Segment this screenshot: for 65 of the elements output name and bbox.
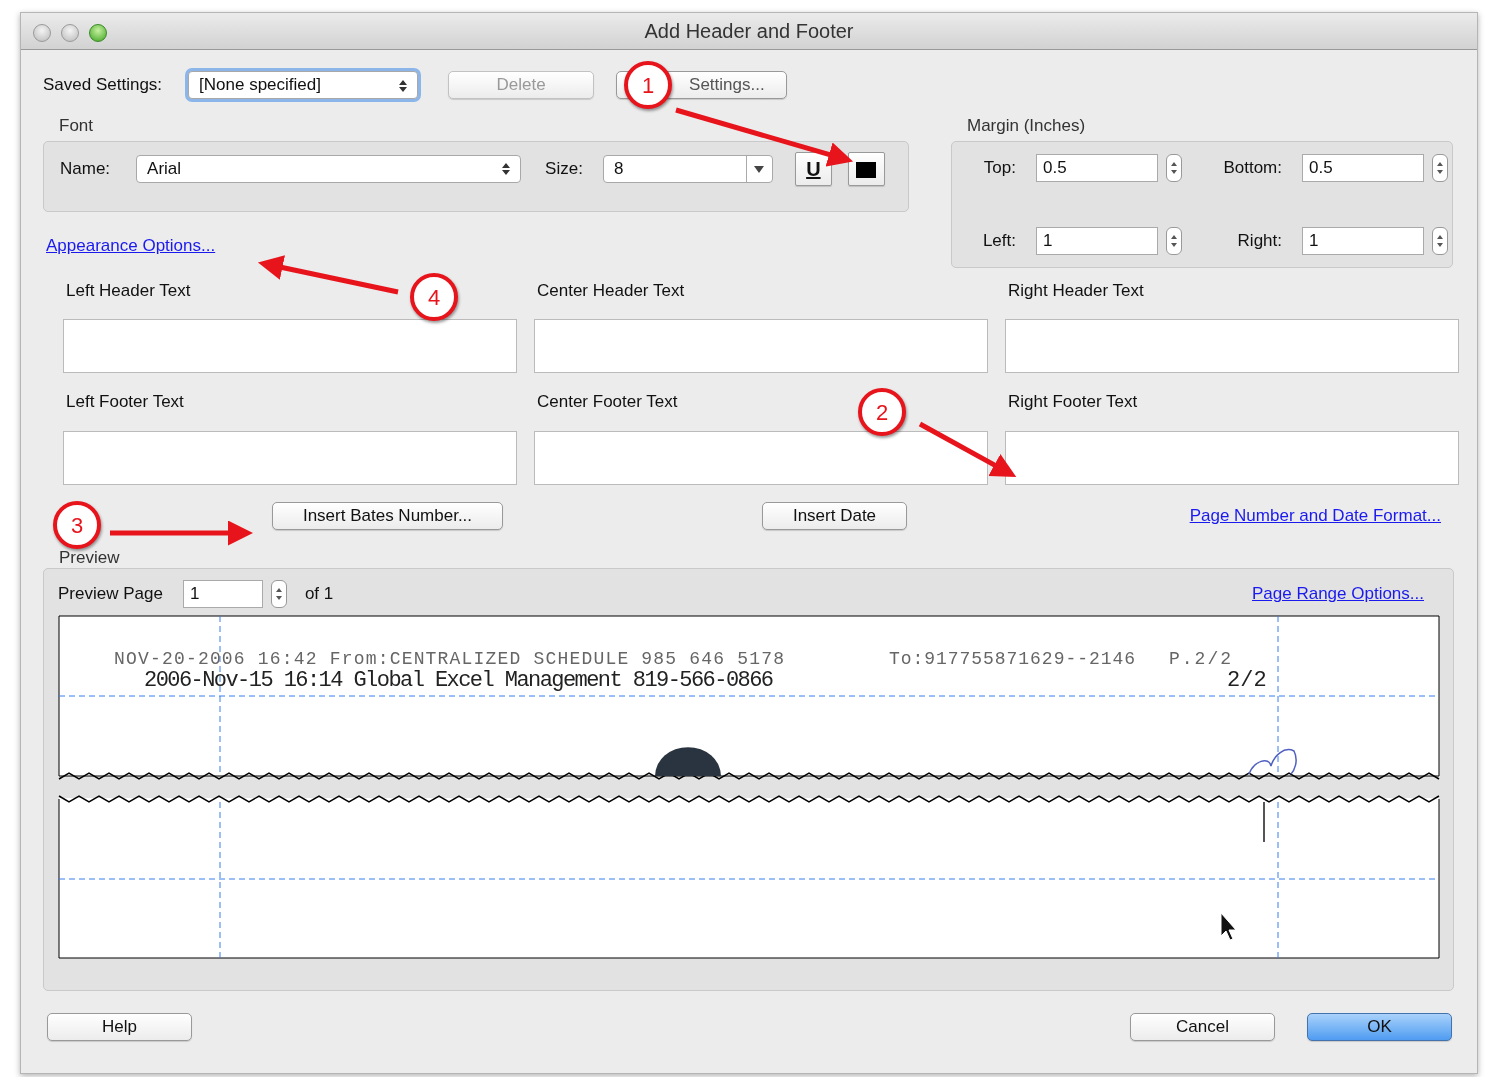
stamp-drawing	[655, 747, 721, 776]
field-label: Preview Page	[58, 583, 163, 606]
margin-field[interactable]: 0.5	[1302, 153, 1424, 182]
field-label: Size:	[545, 158, 583, 181]
document-text: P.2/2	[1169, 649, 1231, 669]
button[interactable]: OK	[1307, 1013, 1452, 1041]
text-field[interactable]	[534, 319, 988, 373]
stepper-arrows-icon	[274, 586, 283, 602]
page-count-label: of 1	[304, 583, 334, 606]
field-label: Name:	[60, 158, 111, 181]
button[interactable]: Help	[47, 1013, 192, 1041]
stepper[interactable]	[270, 580, 287, 608]
signature-drawing	[1248, 748, 1297, 775]
field-label: Right Header Text	[1008, 280, 1144, 300]
text-color-button[interactable]	[847, 152, 885, 186]
updown-arrows-icon	[399, 79, 408, 92]
margin-field[interactable]: 1	[1036, 226, 1158, 255]
preview-page-field[interactable]: 1	[182, 580, 263, 608]
dropdown-arrow-icon	[754, 165, 765, 173]
button[interactable]: Insert Bates Number...	[272, 501, 503, 530]
text-field[interactable]	[63, 430, 517, 485]
document-text: NOV-20-2006 16:42 From:CENTRALIZED SCHEDULE 985 646 5178	[114, 649, 784, 669]
appearance-options-link[interactable]: Appearance Options...	[46, 235, 216, 255]
saved-settings-dropdown[interactable]: [None specified]	[188, 71, 419, 99]
color-swatch-icon	[856, 161, 877, 178]
document-text: 2/2	[1227, 668, 1267, 693]
font-size-combo[interactable]: 8	[602, 155, 773, 183]
field-label: Left Footer Text	[66, 392, 184, 411]
field-label: Right:	[1236, 229, 1282, 252]
field-label: Left:	[981, 229, 1016, 252]
text-field[interactable]	[63, 319, 517, 373]
stepper[interactable]	[1166, 153, 1182, 182]
stepper[interactable]	[1432, 153, 1448, 182]
field-label: Top:	[982, 156, 1016, 179]
field-label: Left Header Text	[66, 280, 191, 300]
text-field[interactable]	[1005, 430, 1459, 485]
group-title: Preview	[59, 547, 120, 567]
text-cursor	[1263, 802, 1265, 842]
page-number-format-link[interactable]: Page Number and Date Format...	[1189, 502, 1441, 529]
zoom-button[interactable]	[89, 24, 107, 42]
group-title: Font	[59, 116, 94, 135]
font-name-dropdown[interactable]: Arial	[136, 155, 522, 183]
field-label: Center Header Text	[537, 280, 685, 300]
field-label: Right Footer Text	[1008, 392, 1138, 411]
field-label: Bottom:	[1222, 156, 1282, 179]
updown-arrows-icon	[502, 163, 511, 175]
text-field[interactable]	[1005, 319, 1459, 373]
minimize-button[interactable]	[61, 24, 79, 42]
stepper[interactable]	[1432, 226, 1448, 255]
field-label: Center Footer Text	[537, 392, 678, 411]
mouse-pointer-icon	[1220, 912, 1237, 941]
margin-field[interactable]: 0.5	[1036, 153, 1158, 182]
button[interactable]: Cancel	[1130, 1013, 1275, 1041]
window-title: Add Header and Footer	[644, 20, 854, 42]
group-title: Margin (Inches)	[967, 116, 1086, 135]
underline-button[interactable]: U	[794, 152, 832, 186]
stepper[interactable]	[1166, 226, 1182, 255]
document-text: 2006-Nov-15 16:14 Global Excel Management 819-566-0866	[144, 668, 774, 693]
text-field[interactable]	[534, 430, 988, 485]
document-text: To:917755871629--2146	[889, 649, 1135, 669]
margin-field[interactable]: 1	[1302, 226, 1424, 255]
button[interactable]: Insert Date	[762, 501, 907, 530]
field-label: Saved Settings:	[43, 74, 163, 97]
close-button[interactable]	[33, 24, 51, 42]
page-range-options-link[interactable]: Page Range Options...	[1252, 581, 1424, 607]
